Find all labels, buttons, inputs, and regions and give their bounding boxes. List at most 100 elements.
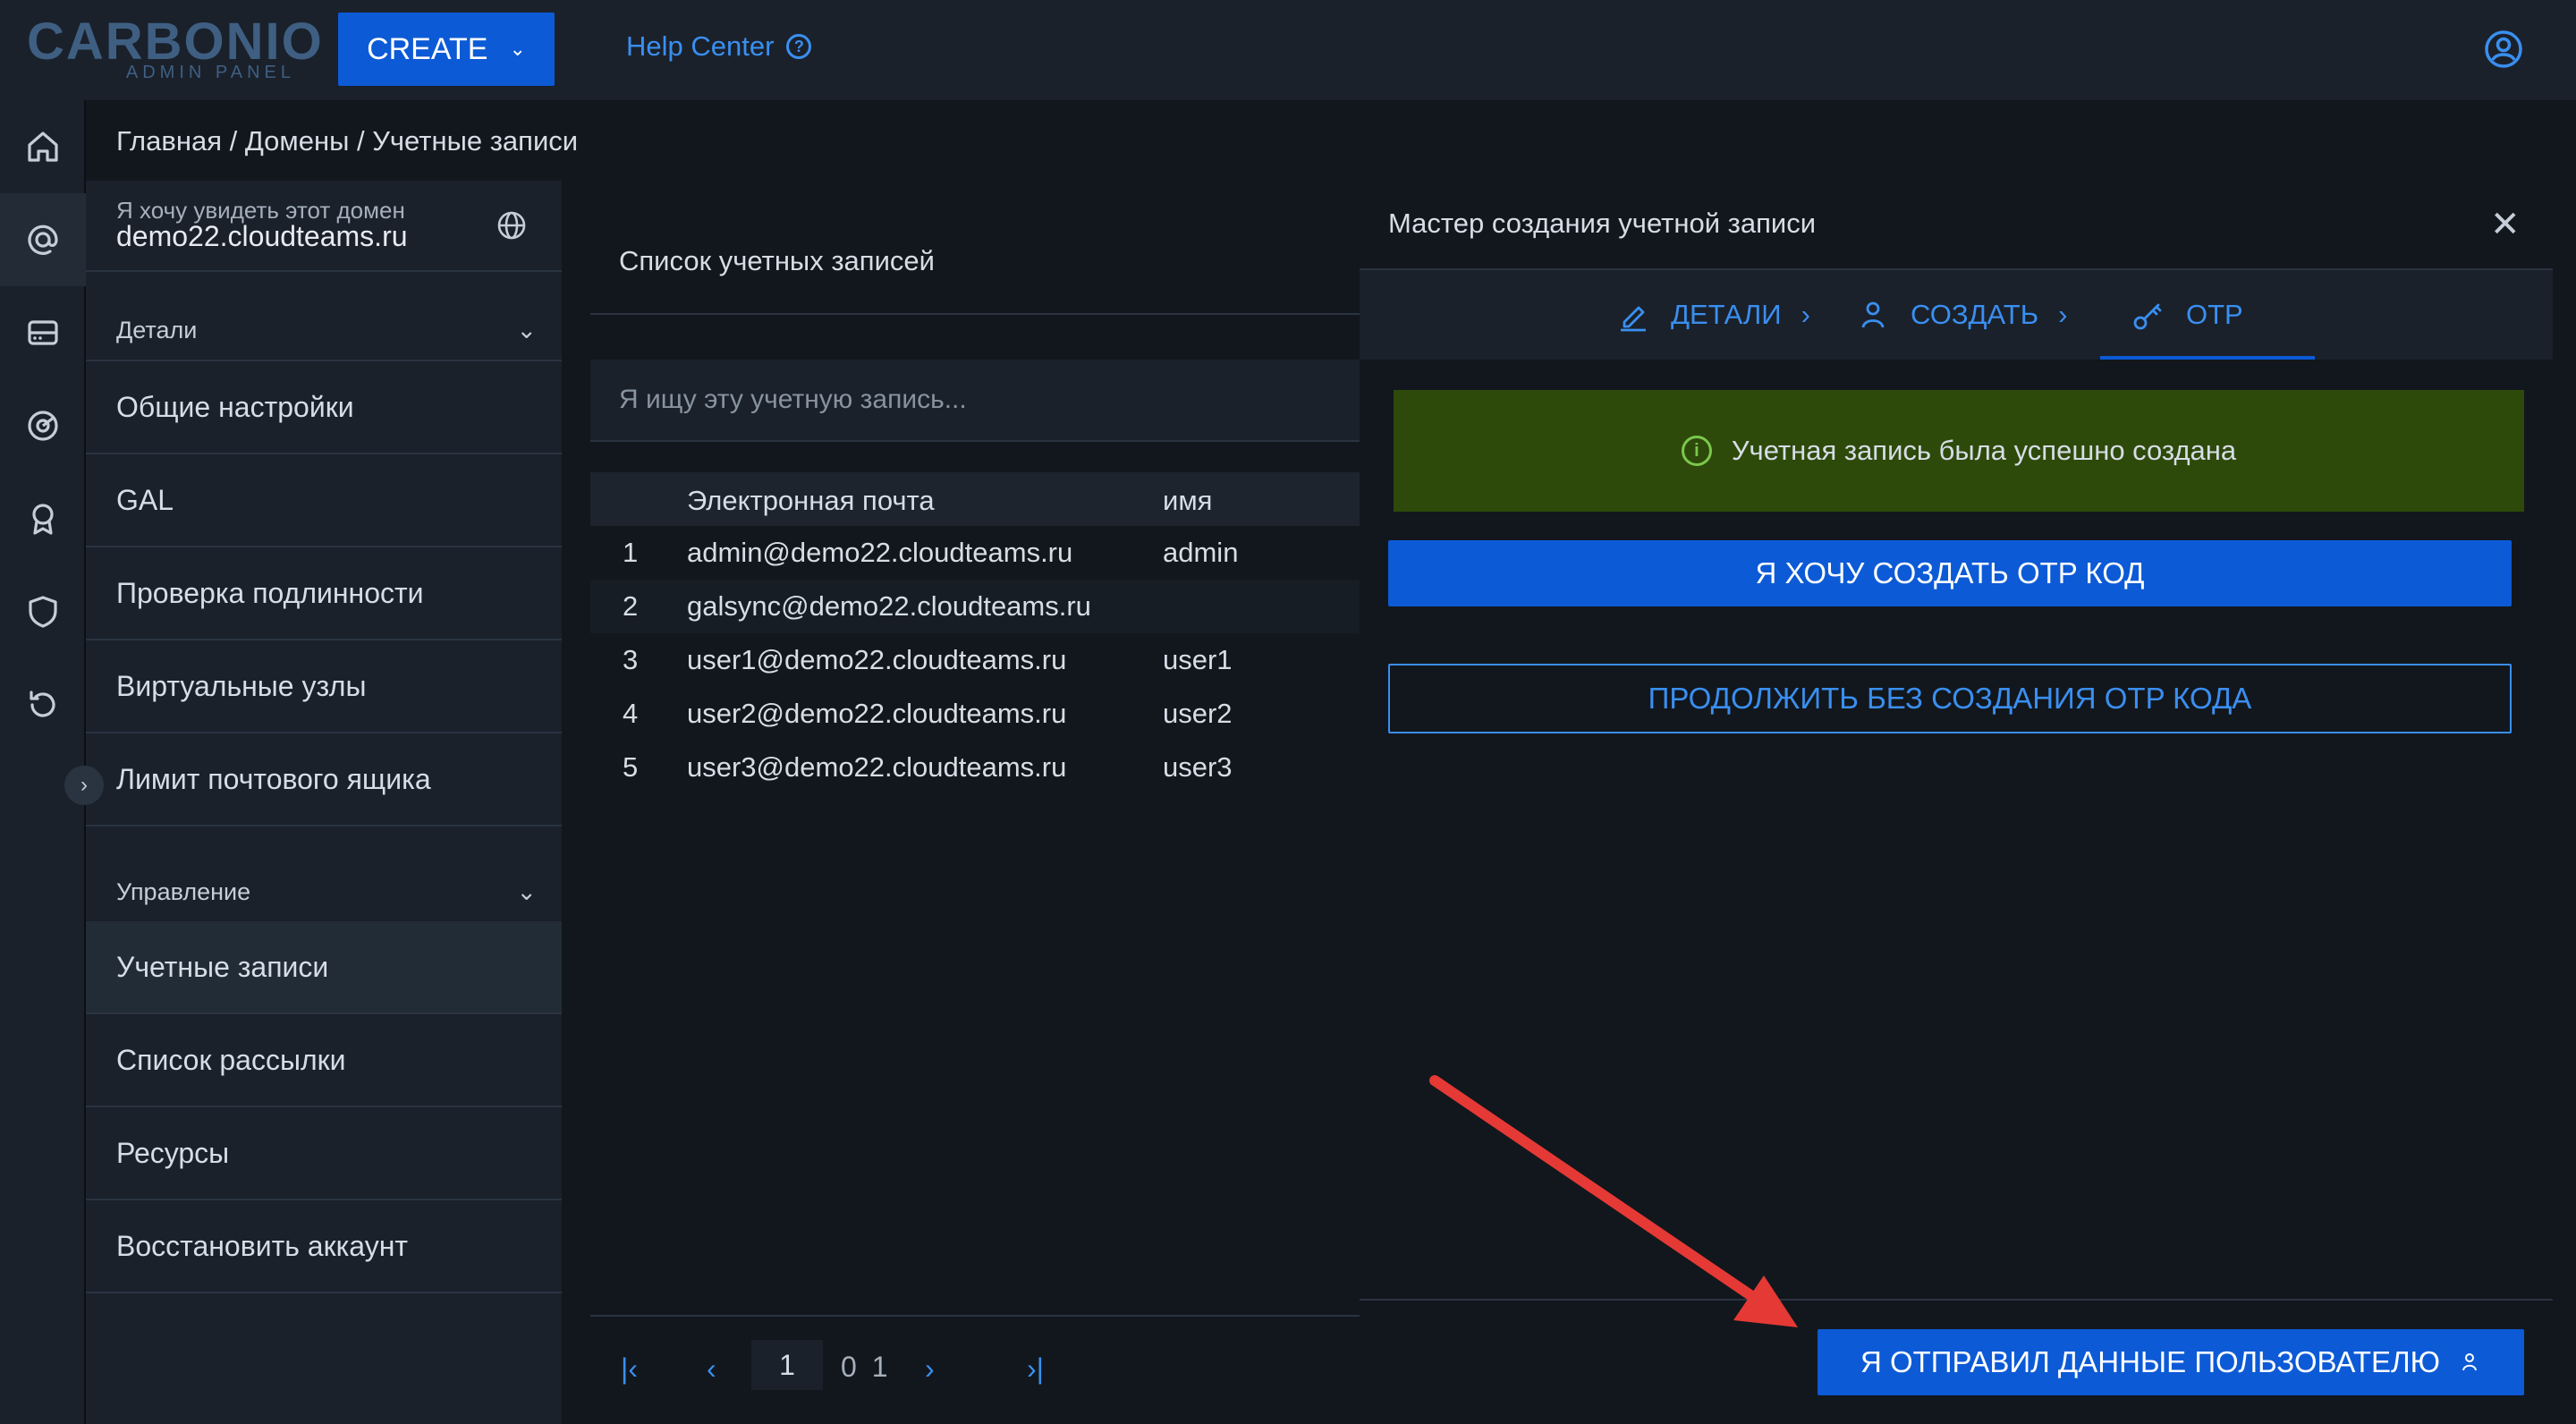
- breadcrumb[interactable]: Главная / Домены / Учетные записи: [116, 125, 578, 157]
- row-number: 5: [623, 751, 639, 783]
- user-account-icon[interactable]: [2483, 29, 2524, 70]
- shield-icon: [29, 596, 57, 628]
- row-email: user1@demo22.cloudteams.ru: [687, 644, 1067, 675]
- rail-home[interactable]: [0, 100, 86, 193]
- success-message: Учетная запись была успешно создана: [1731, 435, 2237, 466]
- account-search: [590, 360, 1360, 442]
- row-number: 3: [623, 644, 639, 675]
- wizard-title: Мастер создания учетной записи: [1388, 208, 1817, 239]
- nav-item-mailing-list[interactable]: Список рассылки: [86, 1014, 562, 1107]
- nav-item-resources[interactable]: Ресурсы: [86, 1107, 562, 1200]
- row-name: user3: [1163, 751, 1233, 783]
- table-row[interactable]: 2 galsync@demo22.cloudteams.ru: [590, 580, 1360, 633]
- next-page-icon[interactable]: ›: [925, 1352, 935, 1386]
- section-details-header[interactable]: Детали ⌄: [116, 317, 537, 344]
- rail-storage[interactable]: [0, 286, 86, 379]
- column-header-email[interactable]: Электронная почта: [687, 485, 935, 517]
- row-email: galsync@demo22.cloudteams.ru: [687, 590, 1091, 622]
- skip-otp-button[interactable]: ПРОДОЛЖИТЬ БЕЗ СОЗДАНИЯ OTP КОДА: [1388, 664, 2512, 733]
- rail-domains[interactable]: [0, 193, 86, 286]
- account-search-input[interactable]: [590, 360, 1360, 440]
- table-row[interactable]: 3 user1@demo22.cloudteams.ru user1: [590, 633, 1360, 687]
- nav-item-virtual-hosts[interactable]: Виртуальные узлы: [86, 640, 562, 733]
- question-icon: ?: [786, 34, 812, 59]
- chevron-right-icon: ›: [2058, 299, 2068, 330]
- step-details[interactable]: ДЕТАЛИ ›: [1615, 297, 1810, 333]
- row-name: user2: [1163, 698, 1233, 729]
- nav-item-restore-account[interactable]: Восстановить аккаунт: [86, 1200, 562, 1293]
- nav-item-accounts[interactable]: Учетные записи: [86, 921, 562, 1014]
- create-button[interactable]: CREATE ⌄: [338, 13, 555, 86]
- user-icon: [2462, 1353, 2478, 1371]
- carbonio-logo[interactable]: CARBONIO ADMIN PANEL: [27, 16, 322, 84]
- rail-subscriptions[interactable]: [0, 472, 86, 565]
- section-manage-label: Управление: [116, 878, 251, 905]
- create-otp-button[interactable]: Я ХОЧУ СОЗДАТЬ OTP КОД: [1388, 540, 2512, 606]
- chevron-down-icon: ⌄: [509, 38, 526, 60]
- section-manage-header[interactable]: Управление ⌄: [116, 878, 537, 906]
- sent-user-data-label: Я ОТПРАВИЛ ДАННЫЕ ПОЛЬЗОВАТЕЛЮ: [1860, 1345, 2441, 1378]
- breadcrumb-bar: Главная / Домены / Учетные записи: [86, 100, 2576, 181]
- table-row[interactable]: 5 user3@demo22.cloudteams.ru user3: [590, 741, 1360, 794]
- step-otp-label: OTP: [2186, 299, 2243, 330]
- logo-subtext: ADMIN PANEL: [125, 63, 295, 82]
- chevron-right-icon: ›: [1801, 299, 1810, 330]
- domain-selector[interactable]: Я хочу увидеть этот домен demo22.cloudte…: [86, 181, 562, 270]
- last-page-icon[interactable]: ›|: [1027, 1352, 1044, 1386]
- rail-monitoring[interactable]: [0, 379, 86, 472]
- row-number: 2: [623, 590, 639, 622]
- success-banner: i Учетная запись была успешно создана: [1394, 390, 2524, 512]
- account-list-panel: Список учетных записей Электронная почта…: [562, 181, 1360, 1424]
- rail-backup[interactable]: [0, 658, 86, 751]
- divider: [1360, 1299, 2553, 1301]
- close-icon[interactable]: ✕: [2490, 204, 2521, 245]
- home-icon: [28, 131, 58, 162]
- table-row[interactable]: 4 user2@demo22.cloudteams.ru user2: [590, 687, 1360, 741]
- domain-sidenav: Я хочу увидеть этот домен demo22.cloudte…: [86, 181, 562, 1424]
- sent-user-data-button[interactable]: Я ОТПРАВИЛ ДАННЫЕ ПОЛЬЗОВАТЕЛЮ: [1818, 1329, 2524, 1395]
- table-header: Электронная почта имя: [590, 472, 1360, 526]
- row-email: user2@demo22.cloudteams.ru: [687, 698, 1067, 729]
- rail-security[interactable]: [0, 565, 86, 658]
- nav-item-authentication[interactable]: Проверка подлинности: [86, 547, 562, 640]
- globe-icon[interactable]: [494, 208, 530, 243]
- active-step-indicator: [2100, 356, 2315, 360]
- row-number: 1: [623, 537, 639, 568]
- help-center-link[interactable]: Help Center ?: [626, 30, 812, 63]
- expand-sidebar-button[interactable]: ›: [64, 766, 104, 805]
- wizard-steps: ДЕТАЛИ › СОЗДАТЬ › OTP: [1360, 270, 2553, 360]
- nav-item-gal[interactable]: GAL: [86, 454, 562, 547]
- chevron-down-icon: ⌄: [516, 317, 537, 343]
- table-row[interactable]: 1 admin@demo22.cloudteams.ru admin: [590, 526, 1360, 580]
- row-number: 4: [623, 698, 639, 729]
- storage-icon: [28, 320, 58, 345]
- step-otp[interactable]: OTP: [2131, 297, 2243, 333]
- top-bar: CARBONIO ADMIN PANEL CREATE ⌄ Help Cente…: [0, 0, 2576, 100]
- create-button-label: CREATE: [367, 31, 488, 66]
- current-page[interactable]: 1: [751, 1340, 823, 1390]
- row-email: admin@demo22.cloudteams.ru: [687, 537, 1073, 568]
- chevron-down-icon: ⌄: [516, 878, 537, 905]
- nav-item-general-settings[interactable]: Общие настройки: [86, 361, 562, 454]
- nav-item-mailbox-quota[interactable]: Лимит почтового ящика: [86, 733, 562, 826]
- row-name: user1: [1163, 644, 1233, 675]
- row-name: admin: [1163, 537, 1239, 568]
- prev-page-icon[interactable]: ‹: [707, 1352, 716, 1386]
- section-details-label: Детали: [116, 317, 198, 343]
- pagination: |‹ ‹ 1 0 1 › ›|: [590, 1315, 1360, 1424]
- row-email: user3@demo22.cloudteams.ru: [687, 751, 1067, 783]
- monitoring-icon: [28, 411, 58, 441]
- step-create[interactable]: СОЗДАТЬ ›: [1855, 297, 2067, 333]
- first-page-icon[interactable]: |‹: [621, 1352, 638, 1386]
- account-wizard-panel: Мастер создания учетной записи ✕ ДЕТАЛИ …: [1360, 181, 2576, 1424]
- pencil-icon: [1621, 306, 1646, 332]
- info-icon: i: [1681, 436, 1712, 466]
- step-details-label: ДЕТАЛИ: [1671, 299, 1782, 330]
- help-center-label: Help Center: [626, 30, 775, 62]
- step-create-label: СОЗДАТЬ: [1911, 299, 2039, 330]
- column-header-name[interactable]: имя: [1163, 485, 1212, 517]
- user-icon: [1861, 301, 1885, 328]
- divider: [86, 270, 562, 272]
- account-list-title: Список учетных записей: [619, 245, 935, 276]
- at-sign-icon: [28, 225, 58, 255]
